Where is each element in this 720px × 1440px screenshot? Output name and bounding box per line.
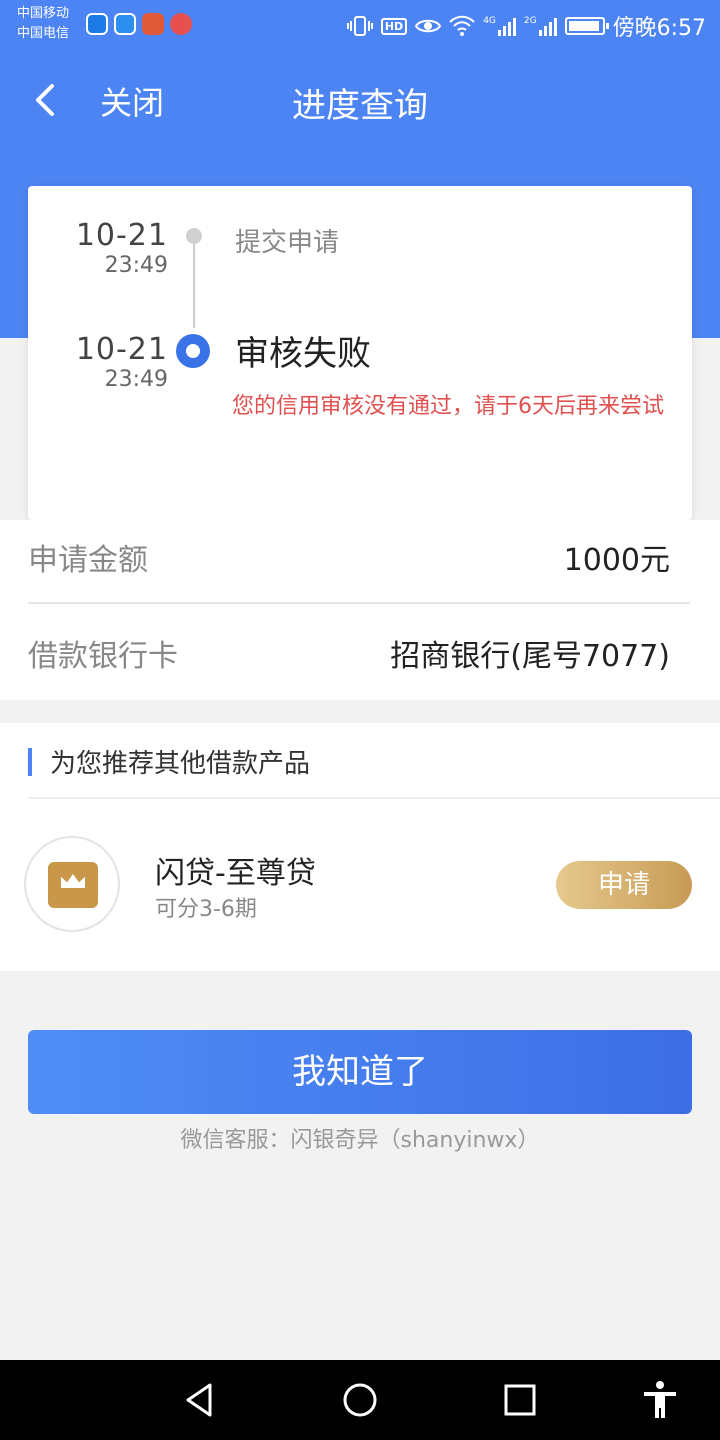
step-2-dot bbox=[176, 334, 210, 368]
shield-app-icon bbox=[86, 13, 108, 35]
got-it-button[interactable]: 我知道了 bbox=[28, 1030, 692, 1114]
wifi-icon bbox=[449, 15, 475, 36]
signal-2: 2G bbox=[524, 16, 557, 36]
step-2-label: 审核失败 bbox=[235, 334, 371, 374]
accessibility-icon[interactable] bbox=[640, 1380, 680, 1420]
signal-1-type: 4G bbox=[483, 16, 496, 26]
recommend-header: 为您推荐其他借款产品 bbox=[28, 743, 310, 780]
nav-recent-icon[interactable] bbox=[500, 1380, 540, 1420]
step-2-time: 23:49 bbox=[104, 367, 168, 392]
page-title: 进度查询 bbox=[292, 86, 428, 126]
divider bbox=[28, 797, 720, 799]
app-notification-icon bbox=[142, 13, 164, 35]
battery-icon bbox=[564, 17, 609, 35]
step-2-date: 10-21 bbox=[75, 332, 168, 367]
amount-row: 申请金额 1000元 bbox=[28, 512, 690, 602]
hd-icon: HD bbox=[380, 17, 408, 35]
eye-icon bbox=[415, 19, 442, 33]
vibrate-icon bbox=[346, 16, 373, 36]
progress-card: 10-21 23:49 提交申请 10-21 23:49 审核失败 您的信用审核… bbox=[28, 186, 692, 520]
status-time: 傍晚6:57 bbox=[612, 16, 706, 41]
bank-card-value: 招商银行(尾号7077) bbox=[390, 639, 670, 674]
carrier-info: 中国移动 中国电信 bbox=[17, 4, 69, 44]
divider bbox=[28, 602, 690, 604]
product-subtitle: 可分3-6期 bbox=[155, 897, 257, 922]
amount-label: 申请金额 bbox=[28, 543, 148, 578]
recommend-title: 为您推荐其他借款产品 bbox=[50, 749, 311, 779]
step-1-datetime: 10-21 23:49 bbox=[28, 218, 168, 278]
status-bar: 中国移动 中国电信 HD 4G 2G 傍晚6:57 bbox=[0, 0, 720, 50]
crown-icon bbox=[48, 862, 98, 908]
signal-1: 4G bbox=[483, 16, 516, 36]
signal-2-type: 2G bbox=[523, 16, 537, 26]
recommend-section: 为您推荐其他借款产品 闪贷-至尊贷 可分3-6期 申请 bbox=[0, 723, 720, 971]
bank-card-label: 借款银行卡 bbox=[28, 639, 178, 674]
system-nav-bar bbox=[0, 1360, 720, 1440]
status-right: HD 4G 2G 傍晚6:57 bbox=[346, 10, 706, 42]
fail-message: 您的信用审核没有通过，请于6天后再来尝试 bbox=[232, 394, 664, 419]
carrier-2: 中国电信 bbox=[17, 26, 70, 41]
app-notification-icon-2 bbox=[170, 13, 192, 35]
bank-card-row: 借款银行卡 招商银行(尾号7077) bbox=[28, 608, 690, 698]
step-2-datetime: 10-21 23:49 bbox=[28, 332, 168, 392]
amount-value: 1000元 bbox=[563, 543, 670, 578]
hotspot-icon bbox=[114, 13, 136, 35]
step-1-date: 10-21 bbox=[75, 218, 168, 253]
nav-home-icon[interactable] bbox=[340, 1380, 380, 1420]
section-accent-bar bbox=[28, 747, 32, 776]
step-1-dot bbox=[186, 228, 202, 244]
product-name[interactable]: 闪贷-至尊贷 bbox=[155, 848, 316, 892]
wechat-service-text: 微信客服：闪银奇异（shanyinwx） bbox=[180, 1128, 540, 1153]
notification-icons bbox=[86, 13, 192, 35]
nav-bar: 关闭 进度查询 bbox=[0, 70, 720, 130]
timeline-line bbox=[193, 238, 195, 328]
loan-info: 申请金额 1000元 借款银行卡 招商银行(尾号7077) bbox=[0, 520, 720, 700]
step-1-label: 提交申请 bbox=[235, 228, 340, 258]
nav-back-icon[interactable] bbox=[180, 1380, 220, 1420]
step-1-time: 23:49 bbox=[104, 253, 168, 278]
carrier-1: 中国移动 bbox=[17, 6, 70, 21]
apply-button[interactable]: 申请 bbox=[556, 861, 692, 909]
product-logo bbox=[24, 836, 120, 932]
